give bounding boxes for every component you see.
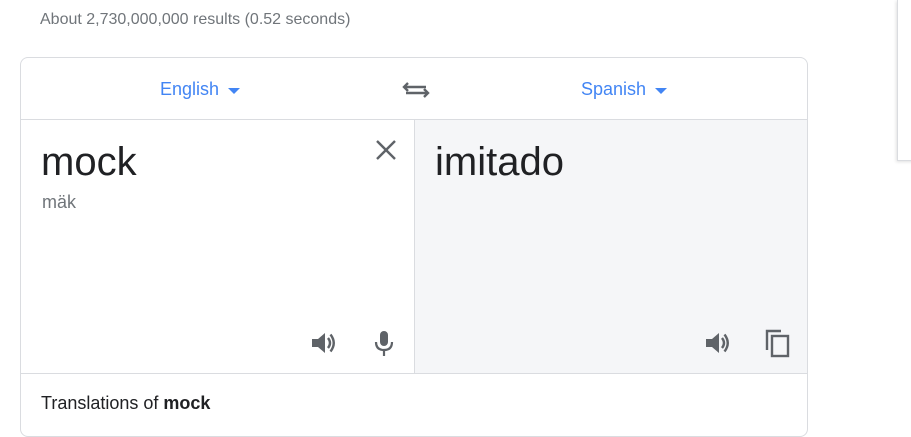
translations-word: mock [163,393,211,413]
speaker-icon [312,333,335,353]
chevron-down-icon [655,87,668,94]
side-panel-edge [897,0,911,161]
translations-prefix: Translations of [41,393,164,413]
swap-languages-button[interactable] [399,77,433,103]
close-icon [376,140,396,160]
speaker-icon [706,333,729,353]
clear-text-button[interactable] [373,137,399,163]
swap-languages-icon [402,82,430,98]
microphone-icon [374,331,394,356]
target-language-select[interactable]: Spanish [581,78,668,100]
translate-card: English Spanish mock mäk imitado Transla… [20,57,808,437]
results-stats: About 2,730,000,000 results (0.52 second… [40,11,351,28]
source-language-select[interactable]: English [160,78,241,100]
translations-heading[interactable]: Translations of mock [41,393,210,414]
target-listen-button[interactable] [703,328,733,358]
phonetic-text: mäk [42,192,77,212]
source-pane[interactable]: mock mäk [21,120,415,373]
target-language-label: Spanish [581,78,647,99]
copy-button[interactable] [763,328,793,358]
target-pane: imitado [415,120,807,373]
chevron-down-icon [228,87,241,94]
copy-icon [765,329,790,358]
source-language-label: English [160,78,220,99]
language-bar: English Spanish [21,58,807,120]
target-text: imitado [435,140,564,184]
microphone-button[interactable] [369,328,399,358]
source-text[interactable]: mock [41,138,137,186]
source-listen-button[interactable] [309,328,339,358]
translations-footer: Translations of mock [21,373,807,436]
